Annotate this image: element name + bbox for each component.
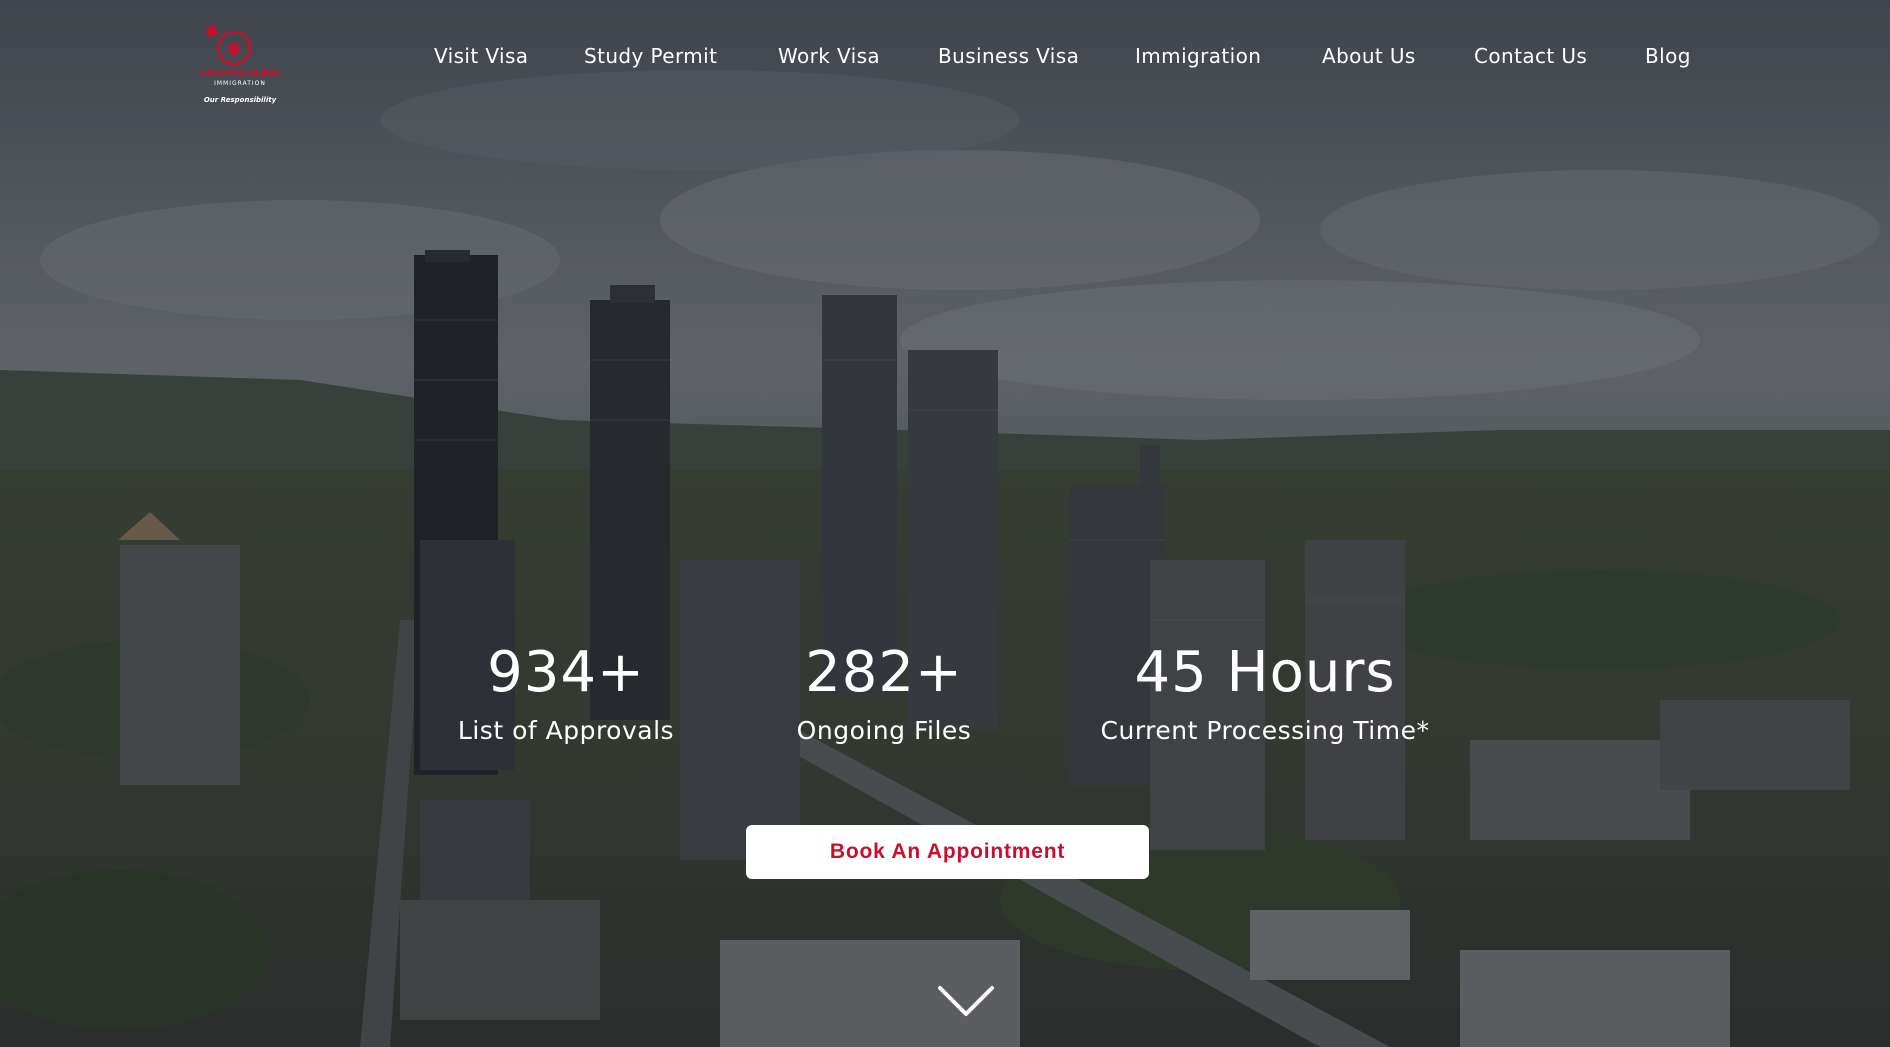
hero-section: GROWING GL●BE IMMIGRATION Our Responsibi… — [0, 0, 1890, 1047]
nav-visit-visa[interactable]: Visit Visa — [434, 44, 528, 68]
stat-processing-label: Current Processing Time* — [1100, 716, 1430, 745]
stat-ongoing-value: 282+ — [805, 640, 963, 705]
brand-tagline: Our Responsibility — [203, 96, 277, 104]
nav-study-permit[interactable]: Study Permit — [584, 44, 717, 68]
book-appointment-button[interactable]: Book An Appointment — [746, 825, 1149, 879]
stat-processing-value: 45 Hours — [1134, 640, 1396, 705]
brand-sub: IMMIGRATION — [214, 80, 266, 87]
brand-name: GROWING GL●BE — [199, 68, 281, 77]
stat-ongoing-label: Ongoing Files — [796, 716, 972, 745]
stat-approvals-value: 934+ — [487, 640, 645, 705]
nav-blog[interactable]: Blog — [1645, 44, 1691, 68]
nav-about-us[interactable]: About Us — [1322, 44, 1416, 68]
nav-business-visa[interactable]: Business Visa — [938, 44, 1079, 68]
dark-overlay — [0, 0, 1890, 1047]
main-nav: Visit Visa Study Permit Work Visa Busine… — [0, 44, 1890, 68]
nav-work-visa[interactable]: Work Visa — [778, 44, 880, 68]
chevron-down-icon[interactable] — [936, 984, 996, 1018]
nav-contact-us[interactable]: Contact Us — [1474, 44, 1587, 68]
stat-approvals-label: List of Approvals — [457, 716, 675, 745]
nav-immigration[interactable]: Immigration — [1135, 44, 1261, 68]
